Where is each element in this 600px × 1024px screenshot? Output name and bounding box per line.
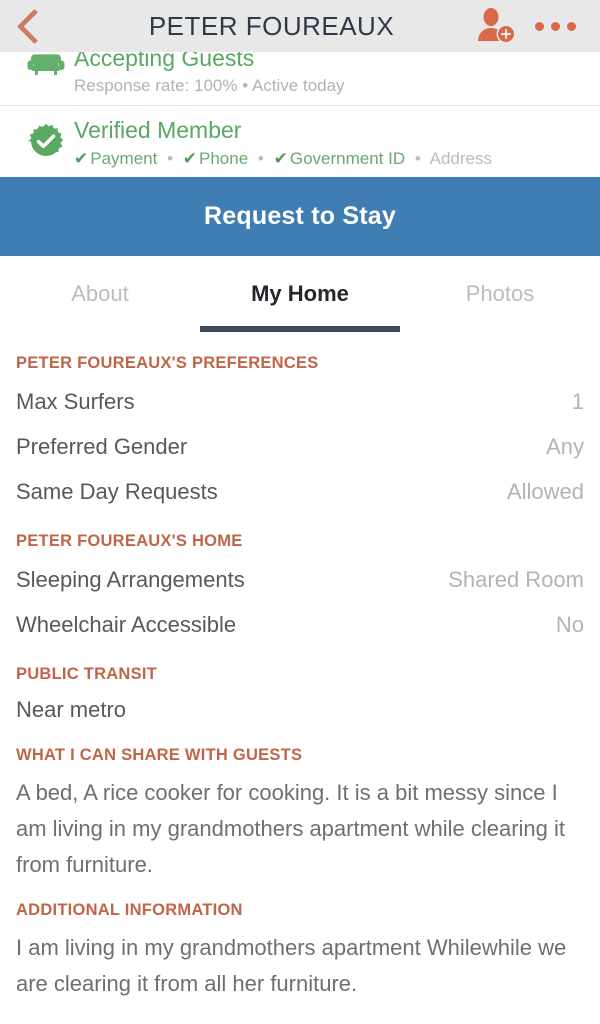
app-screen: PETER FOUREAUX Accepting Guests Response…: [0, 0, 600, 1024]
chevron-left-icon: [16, 8, 52, 44]
row-same-day-requests: Same Day Requests Allowed: [16, 469, 584, 514]
section-heading-share-with-guests: WHAT I CAN SHARE WITH GUESTS: [16, 746, 303, 764]
row-preferred-gender: Preferred Gender Any: [16, 424, 584, 469]
add-person-icon[interactable]: [475, 7, 517, 45]
page-title: PETER FOUREAUX: [148, 10, 395, 41]
verified-member-title: Verified Member: [74, 117, 242, 143]
verified-badge-icon: [18, 116, 74, 160]
tab-about-label: About: [71, 281, 129, 306]
accepting-guests-body: Accepting Guests Response rate: 100% • A…: [74, 44, 345, 99]
verified-member-row: Verified Member ✔ Payment • ✔ Phone • ✔ Gov…: [0, 106, 600, 177]
row-sleeping-arrangements-label: Sleeping Arrangements: [16, 567, 245, 592]
verification-item-government-id: ✔ Government ID: [273, 149, 406, 168]
row-sleeping-arrangements: Sleeping Arrangements Shared Room: [16, 557, 584, 602]
section-heading-additional-information: ADDITIONAL INFORMATION: [16, 901, 243, 919]
more-options-icon[interactable]: [533, 14, 578, 39]
share-with-guests-text: A bed, A rice cooker for cooking. It is …: [16, 780, 566, 877]
section-heading-preferences: PETER FOUREAUX'S PREFERENCES: [16, 354, 319, 372]
tab-bar: About My Home Photos: [0, 256, 600, 333]
check-icon: ✔: [273, 149, 288, 168]
accepting-guests-row: Accepting Guests Response rate: 100% • A…: [0, 44, 600, 106]
row-same-day-requests-value: Allowed: [506, 479, 584, 504]
additional-information-text: I am living in my grandmothers apartment…: [16, 935, 567, 996]
tab-content-my-home[interactable]: PETER FOUREAUX'S PREFERENCES Max Surfers…: [0, 332, 600, 1024]
tab-my-home[interactable]: My Home: [200, 256, 400, 332]
row-preferred-gender-value: Any: [546, 434, 584, 459]
verification-items: ✔ Payment • ✔ Phone • ✔ Government ID • Add…: [74, 146, 492, 172]
check-icon: ✔: [182, 149, 198, 168]
verification-item-payment: ✔ Payment: [74, 149, 158, 168]
bullet-separator: •: [257, 149, 264, 168]
app-header: PETER FOUREAUX: [0, 0, 600, 52]
tab-photos[interactable]: Photos: [400, 256, 600, 332]
tab-photos-label: Photos: [465, 281, 535, 306]
accepting-guests-subtitle: Response rate: 100% • Active today: [74, 76, 345, 95]
section-heading-home: PETER FOUREAUX'S HOME: [16, 532, 243, 550]
verification-item-address: Address: [429, 149, 492, 168]
bullet-separator: •: [167, 149, 174, 168]
request-to-stay-button[interactable]: Request to Stay: [0, 177, 600, 256]
row-wheelchair-accessible: Wheelchair Accessible No: [16, 602, 584, 647]
verification-item-phone: ✔ Phone: [182, 149, 249, 168]
row-wheelchair-accessible-label: Wheelchair Accessible: [16, 612, 237, 637]
row-max-surfers-label: Max Surfers: [16, 389, 135, 414]
back-button[interactable]: [0, 0, 62, 52]
section-heading-public-transit: PUBLIC TRANSIT: [16, 665, 157, 683]
tab-my-home-label: My Home: [251, 281, 349, 306]
header-actions: [475, 7, 600, 45]
bullet-separator: •: [414, 149, 421, 168]
row-wheelchair-accessible-value: No: [555, 612, 584, 637]
row-max-surfers: Max Surfers 1: [16, 379, 584, 424]
row-preferred-gender-label: Preferred Gender: [16, 434, 188, 459]
check-icon: ✔: [74, 149, 89, 168]
row-max-surfers-value: 1: [571, 389, 584, 414]
tab-about[interactable]: About: [0, 256, 200, 332]
row-sleeping-arrangements-value: Shared Room: [448, 567, 584, 592]
public-transit-text: Near metro: [16, 697, 127, 722]
request-to-stay-label: Request to Stay: [204, 202, 396, 230]
verified-member-body: Verified Member ✔ Payment • ✔ Phone • ✔ Gov…: [74, 116, 492, 172]
row-same-day-requests-label: Same Day Requests: [16, 479, 218, 504]
